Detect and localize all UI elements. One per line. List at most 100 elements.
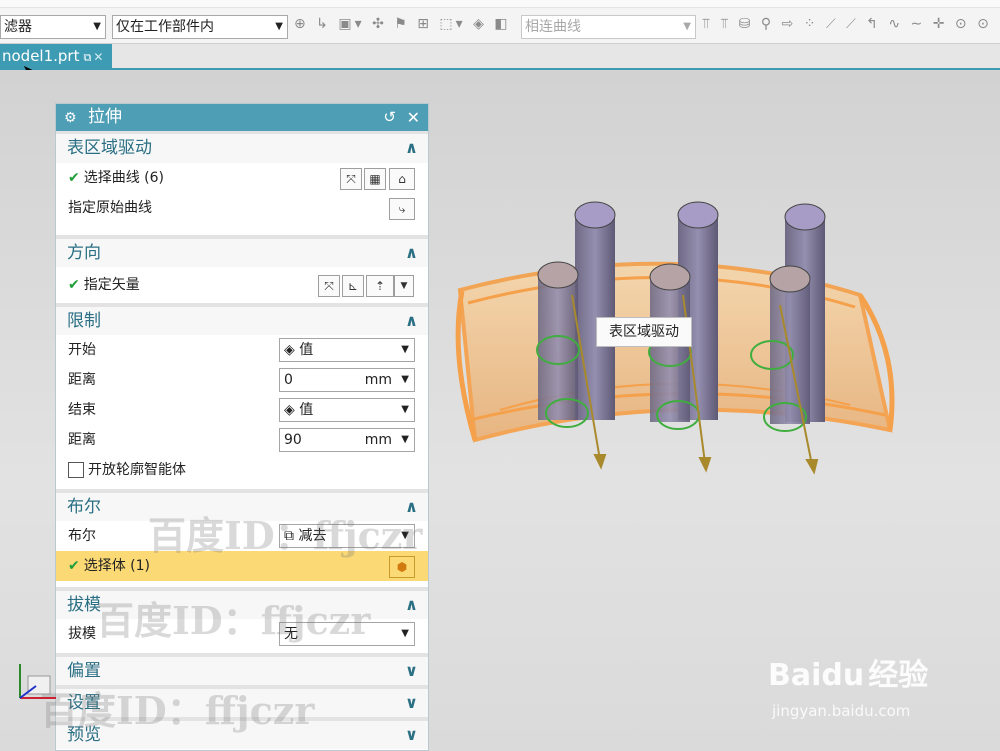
chevron-up-icon[interactable]: ∧ xyxy=(405,591,418,619)
chevron-down-icon[interactable]: ▼ xyxy=(401,369,409,391)
section-settings-header[interactable]: 设置 ∨ xyxy=(56,685,428,717)
open-profile-row[interactable]: 开放轮廓智能体 xyxy=(56,455,428,485)
view-triad-icon[interactable] xyxy=(12,660,62,702)
start-value: 值 xyxy=(299,342,314,358)
section-limits-title: 限制 xyxy=(67,311,101,331)
chevron-up-icon[interactable]: ∧ xyxy=(405,493,418,521)
draft-label: 拔模 xyxy=(68,626,96,642)
chevron-down-icon[interactable]: ▼ xyxy=(394,275,414,297)
snap-point-icons[interactable]: ⫪ ⫪ ⛁ ⚲ ⇨ ⁘ ⟋ ⟋ ↰ ∿ ∼ ✛ ⊙ ⊙ xyxy=(702,16,992,32)
toolbar: 滤器 ▼ 仅在工作部件内 ▼ ⊕ ↳ ▣▾ ✣ ⚑ ⊞ ⬚▾ ◈ ◧ 相连曲线 … xyxy=(0,0,1000,44)
tab-model1[interactable]: nodel1.prt ⧉ ✕ xyxy=(0,44,112,68)
section-surface-title: 表区域驱动 xyxy=(67,138,152,158)
end-label: 结束 xyxy=(68,402,96,418)
vector-axis-icon[interactable]: ⇡ xyxy=(366,275,394,297)
check-icon: ✔ xyxy=(68,277,80,293)
boolean-value: 减去 xyxy=(298,528,327,544)
section-draft-title: 拔模 xyxy=(67,595,101,615)
gear-icon[interactable]: ⚙ xyxy=(64,110,77,126)
curve-icon[interactable]: ⌂ xyxy=(389,168,415,190)
selection-scope-label: 仅在工作部件内 xyxy=(116,19,214,35)
section-direction-header[interactable]: 方向 ∧ xyxy=(56,235,428,267)
chevron-down-icon[interactable]: ∨ xyxy=(405,721,418,749)
check-icon: ✔ xyxy=(68,558,80,574)
sketch-section-icon[interactable]: ▦ xyxy=(364,168,386,190)
open-profile-label: 开放轮廓智能体 xyxy=(88,462,186,478)
toolbar-top-strip xyxy=(0,0,1000,8)
section-settings-title: 设置 xyxy=(67,693,101,713)
chevron-down-icon[interactable]: ∨ xyxy=(405,657,418,685)
original-curve-label: 指定原始曲线 xyxy=(68,200,152,216)
baidu-url: jingyan.baidu.com xyxy=(772,702,911,720)
specify-vector-row[interactable]: ✔ 指定矢量 ⤧ ⊾ ⇡ ▼ xyxy=(56,267,428,303)
end-value: 值 xyxy=(299,402,314,418)
chevron-up-icon[interactable]: ∧ xyxy=(405,307,418,335)
baidu-jingyan-logo: Baidu 经验 jingyan.baidu.com xyxy=(768,650,929,720)
end-row: 结束 ◈ 值 ▼ xyxy=(56,395,428,425)
dialog-title-bar: ⚙ 拉伸 ↺ ✕ xyxy=(56,104,428,131)
pin-icon[interactable]: ⧉ xyxy=(83,51,91,64)
solid-body-icon[interactable]: ⬢ xyxy=(389,556,415,578)
value-icon: ◈ xyxy=(284,402,295,418)
distance2-value: 90 xyxy=(284,432,302,448)
section-preview-title: 预览 xyxy=(67,725,101,745)
chevron-down-icon: ▼ xyxy=(275,21,283,32)
select-body-label: 选择体 (1) xyxy=(83,558,151,574)
jingyan-logo-text: 经验 xyxy=(868,658,929,693)
section-preview-header[interactable]: 预览 ∨ xyxy=(56,717,428,749)
document-tab-bar: nodel1.prt ⧉ ✕ xyxy=(0,44,1000,70)
chevron-up-icon[interactable]: ∧ xyxy=(405,134,418,162)
distance1-value: 0 xyxy=(284,372,293,388)
section-boolean-header[interactable]: 布尔 ∧ xyxy=(56,489,428,521)
section-limits-header[interactable]: 限制 ∧ xyxy=(56,303,428,335)
chevron-down-icon: ▼ xyxy=(401,344,409,355)
dialog-title: 拉伸 xyxy=(87,107,122,127)
chevron-down-icon: ▼ xyxy=(401,530,409,541)
draft-value: 无 xyxy=(284,626,298,642)
curve-rule-select[interactable]: 相连曲线 ▼ xyxy=(521,15,696,39)
distance1-unit: mm xyxy=(364,372,392,388)
close-icon[interactable]: ✕ xyxy=(93,50,103,64)
chevron-down-icon: ▼ xyxy=(401,404,409,415)
chevron-up-icon[interactable]: ∧ xyxy=(405,239,418,267)
selection-scope-select[interactable]: 仅在工作部件内 ▼ xyxy=(112,15,288,39)
type-filter-select[interactable]: 滤器 ▼ xyxy=(0,15,106,39)
end-select[interactable]: ◈ 值 ▼ xyxy=(279,398,415,422)
section-direction-title: 方向 xyxy=(67,243,101,263)
boolean-select[interactable]: ⧉ 减去 ▼ xyxy=(279,524,415,548)
distance2-input[interactable]: 90 mm ▼ xyxy=(279,428,415,452)
extrude-dialog: ⚙ 拉伸 ↺ ✕ 表区域驱动 ∧ ✔ 选择曲线 (6) ⤧ ▦ ⌂ 指定原始曲线 … xyxy=(55,103,429,751)
close-icon[interactable]: ✕ xyxy=(407,104,420,131)
section-draft-header[interactable]: 拔模 ∧ xyxy=(56,587,428,619)
vector-dialog-icon[interactable]: ⊾ xyxy=(342,275,364,297)
section-offset-header[interactable]: 偏置 ∨ xyxy=(56,653,428,685)
reset-icon[interactable]: ↺ xyxy=(383,104,396,131)
open-profile-checkbox[interactable] xyxy=(68,462,84,478)
curve-rule-icon[interactable]: ⤧ xyxy=(340,168,362,190)
snap-tools-icons[interactable]: ⊕ ↳ ▣▾ ✣ ⚑ ⊞ ⬚▾ ◈ ◧ xyxy=(294,16,511,32)
start-select[interactable]: ◈ 值 ▼ xyxy=(279,338,415,362)
distance1-row: 距离 0 mm ▼ xyxy=(56,365,428,395)
chevron-down-icon: ▼ xyxy=(401,628,409,639)
draft-select[interactable]: 无 ▼ xyxy=(279,622,415,646)
tab-file-name: nodel1.prt xyxy=(2,47,80,65)
chevron-down-icon[interactable]: ∨ xyxy=(405,689,418,717)
distance1-input[interactable]: 0 mm ▼ xyxy=(279,368,415,392)
section-surface-header[interactable]: 表区域驱动 ∧ xyxy=(56,131,428,163)
boolean-row: 布尔 ⧉ 减去 ▼ xyxy=(56,521,428,551)
distance1-label: 距离 xyxy=(68,372,96,388)
chevron-down-icon[interactable]: ▼ xyxy=(401,429,409,451)
subtract-icon: ⧉ xyxy=(284,528,294,544)
curve-rule-label: 相连曲线 xyxy=(525,19,581,35)
section-boolean-title: 布尔 xyxy=(67,497,101,517)
specify-curve-icon[interactable]: ⤷ xyxy=(389,198,415,220)
select-curve-row[interactable]: ✔ 选择曲线 (6) ⤧ ▦ ⌂ xyxy=(56,163,428,193)
value-icon: ◈ xyxy=(284,342,295,358)
chevron-down-icon: ▼ xyxy=(93,21,101,32)
specify-vector-label: 指定矢量 xyxy=(83,277,140,293)
reverse-direction-icon[interactable]: ⤧ xyxy=(318,275,340,297)
original-curve-row[interactable]: 指定原始曲线 ⤷ xyxy=(56,193,428,223)
select-body-row[interactable]: ✔ 选择体 (1) ⬢ xyxy=(56,551,428,581)
start-label: 开始 xyxy=(68,342,96,358)
type-filter-label: 滤器 xyxy=(4,19,32,35)
